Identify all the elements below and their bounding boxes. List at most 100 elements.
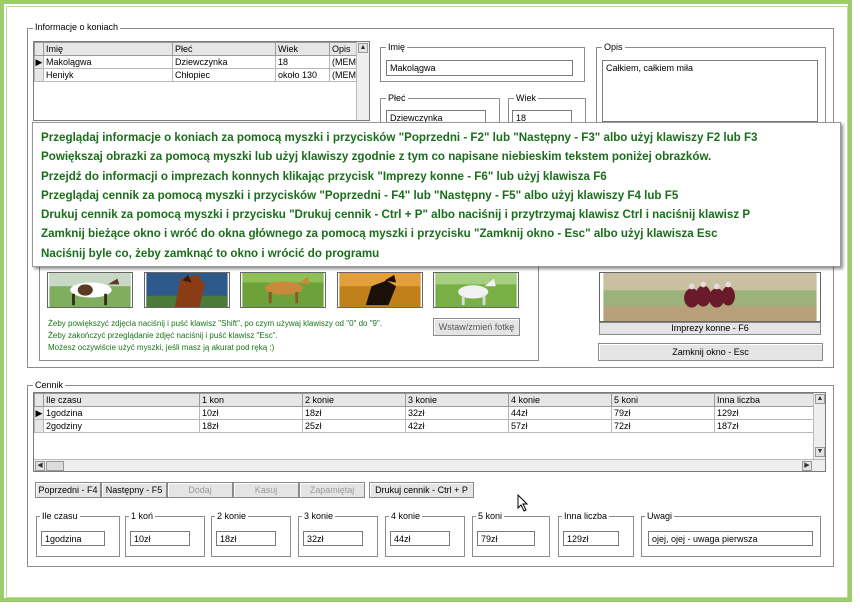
horse-photo-5[interactable] [433, 272, 519, 308]
horse-photo-3[interactable] [240, 272, 326, 308]
help-line: Powiększaj obrazki za pomocą myszki lub … [41, 150, 712, 164]
column-header[interactable]: Inna liczba [714, 393, 816, 407]
two-horses-field[interactable]: 18zł [216, 531, 276, 546]
table-cell[interactable]: 44zł [508, 406, 612, 420]
name-field[interactable]: Makolągwa [386, 60, 573, 76]
price-field-label: 5 koni [476, 511, 505, 521]
scroll-down-icon[interactable]: ▼ [815, 447, 825, 457]
scroll-up-icon[interactable]: ▲ [815, 394, 825, 404]
horse-photo-4[interactable] [337, 272, 423, 308]
table-cell[interactable]: 57zł [508, 419, 612, 433]
table-cell[interactable]: 18 [275, 55, 330, 69]
help-line: Naciśnij byle co, żeby zamknąć to okno i… [41, 246, 380, 260]
table-cell[interactable]: 18zł [302, 406, 406, 420]
table-cell[interactable]: 25zł [302, 419, 406, 433]
column-header[interactable]: Ile czasu [43, 393, 200, 407]
help-overlay[interactable]: Przeglądaj informacje o koniach za pomoc… [32, 122, 841, 267]
photo-hint-line-3: Możesz oczywiście użyć myszki, jeśli mas… [48, 343, 275, 352]
scroll-right-icon[interactable]: ▶ [802, 461, 812, 471]
scroll-thumb[interactable] [46, 461, 64, 471]
notes-field[interactable]: ojej, ojej - uwaga pierwsza [648, 531, 813, 546]
table-cell[interactable]: 1godzina [43, 406, 200, 420]
photo-hint-line-2: Żeby zakończyć przeglądanie zdjęć naciśn… [48, 331, 278, 340]
help-line: Drukuj cennik za pomocą myszki i przycis… [41, 208, 751, 222]
add-button[interactable]: Dodaj [167, 482, 233, 498]
horses-grid[interactable]: Imię Płeć Wiek Opis ▶ Makolągwa Dziewczy… [33, 41, 370, 121]
table-cell[interactable]: 10zł [199, 406, 303, 420]
column-header[interactable]: 3 konie [405, 393, 509, 407]
horse-photo-1[interactable] [47, 272, 133, 308]
prices-group-title: Cennik [33, 380, 66, 390]
age-label: Wiek [514, 93, 538, 103]
table-cell[interactable]: (MEM [329, 68, 357, 82]
next-price-button[interactable]: Następny - F5 [101, 482, 167, 498]
grid-indicator-header [34, 42, 44, 56]
horse-photo-2[interactable] [144, 272, 230, 308]
table-cell[interactable]: 129zł [714, 406, 816, 420]
close-window-button[interactable]: Zamknij okno - Esc [598, 343, 823, 361]
column-header[interactable]: Wiek [275, 42, 330, 56]
events-photo[interactable] [599, 272, 821, 322]
row-indicator [34, 68, 44, 82]
scroll-up-icon[interactable]: ▲ [358, 43, 368, 53]
table-cell[interactable]: około 130 [275, 68, 330, 82]
help-line: Przeglądaj informacje o koniach za pomoc… [41, 131, 758, 144]
prices-grid-vscrollbar[interactable]: ▲ ▼ [813, 393, 825, 459]
four-horses-field[interactable]: 44zł [390, 531, 450, 546]
price-field-label: 4 konie [389, 511, 423, 521]
table-cell[interactable]: Chłopiec [172, 68, 276, 82]
one-horse-field[interactable]: 10zł [130, 531, 190, 546]
events-caption[interactable]: Imprezy konne - F6 [599, 322, 821, 335]
column-header[interactable]: Płeć [172, 42, 276, 56]
save-button[interactable]: Zapamiętaj [299, 482, 365, 498]
table-row[interactable]: 2godziny 18zł 25zł 42zł 57zł 72zł 187zł [34, 419, 816, 433]
table-cell[interactable]: 18zł [199, 419, 303, 433]
five-horses-field[interactable]: 79zł [477, 531, 535, 546]
grid-indicator-header [34, 393, 44, 407]
price-field-label: 2 konie [215, 511, 249, 521]
table-cell[interactable]: 42zł [405, 419, 509, 433]
table-cell[interactable]: Heniyk [43, 68, 173, 82]
table-row[interactable]: Heniyk Chłopiec około 130 (MEM [34, 68, 357, 82]
prices-grid-hscrollbar[interactable]: ◀ ▶ [34, 459, 825, 471]
horses-grid-vscrollbar[interactable]: ▲ [356, 42, 369, 120]
table-cell[interactable]: 2godziny [43, 419, 200, 433]
delete-button[interactable]: Kasuj [233, 482, 299, 498]
column-header[interactable]: Opis [329, 42, 357, 56]
price-field-label: Ile czasu [40, 511, 80, 521]
table-row[interactable]: ▶ 1godzina 10zł 18zł 32zł 44zł 79zł 129z… [34, 406, 816, 420]
column-header[interactable]: 5 koni [611, 393, 715, 407]
column-header[interactable]: 1 kon [199, 393, 303, 407]
table-cell[interactable]: Makolągwa [43, 55, 173, 69]
horses-grid-header: Imię Płeć Wiek Opis [34, 42, 357, 56]
description-field[interactable]: Całkiem, całkiem miła [602, 60, 818, 122]
help-line: Zamknij bieżące okno i wróć do okna głów… [41, 227, 718, 241]
other-count-field[interactable]: 129zł [563, 531, 619, 546]
column-header[interactable]: 2 konie [302, 393, 406, 407]
three-horses-field[interactable]: 32zł [303, 531, 363, 546]
column-header[interactable]: Imię [43, 42, 173, 56]
mouse-cursor-icon [517, 494, 529, 512]
column-header[interactable]: 4 konie [508, 393, 612, 407]
price-field-label: 3 konie [302, 511, 336, 521]
scroll-left-icon[interactable]: ◀ [35, 461, 45, 471]
sex-label: Płeć [386, 93, 408, 103]
time-field[interactable]: 1godzina [41, 531, 105, 546]
table-cell[interactable]: 79zł [611, 406, 715, 420]
photo-hint-line-1: Żeby powiększyć zdjęcia naciśnij i puść … [48, 319, 383, 328]
description-label: Opis [602, 42, 625, 52]
table-cell[interactable]: 187zł [714, 419, 816, 433]
prices-grid[interactable]: Ile czasu 1 kon 2 konie 3 konie 4 konie … [33, 392, 826, 472]
set-photo-button[interactable]: Wstaw/zmień fotkę [433, 318, 520, 336]
horses-group-title: Informacje o koniach [33, 22, 121, 32]
table-row[interactable]: ▶ Makolągwa Dziewczynka 18 (MEM [34, 55, 357, 69]
print-prices-button[interactable]: Drukuj cennik - Ctrl + P [369, 482, 474, 498]
prev-price-button[interactable]: Poprzedni - F4 [35, 482, 101, 498]
table-cell[interactable]: (MEM [329, 55, 357, 69]
table-cell[interactable]: 72zł [611, 419, 715, 433]
price-field-label: 1 koń [129, 511, 156, 521]
prices-grid-header: Ile czasu 1 kon 2 konie 3 konie 4 konie … [34, 393, 816, 407]
help-line: Przejdź do informacji o imprezach konnyc… [41, 169, 607, 183]
table-cell[interactable]: Dziewczynka [172, 55, 276, 69]
table-cell[interactable]: 32zł [405, 406, 509, 420]
